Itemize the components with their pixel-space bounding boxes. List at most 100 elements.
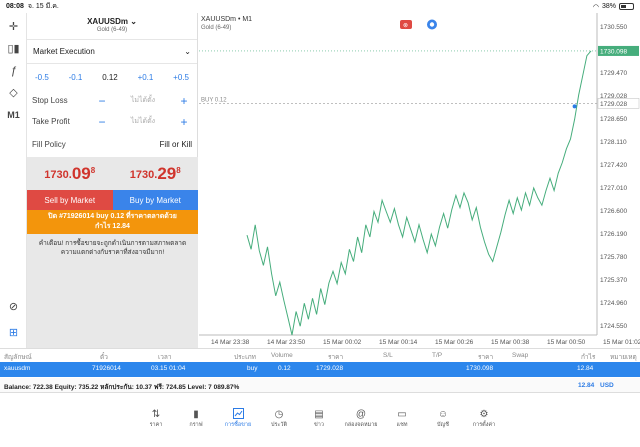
col-sl: S/L bbox=[383, 352, 393, 359]
tab-settings[interactable]: ⚙ การตั้งค่า bbox=[464, 408, 504, 429]
col-price: ราคา bbox=[328, 354, 344, 361]
zoom-icon[interactable]: ⊘ bbox=[3, 297, 24, 316]
chart-toolstrip: ✛ ▯▮ ƒ ◇ M1 ⊘ ⊞ bbox=[0, 13, 27, 348]
take-profit-plus-button[interactable]: + bbox=[176, 115, 192, 129]
wifi-icon: ◠ bbox=[592, 3, 599, 11]
table-row[interactable]: xauusdm 71926014 03.15 01:04 buy 0.12 17… bbox=[0, 362, 640, 377]
x-tick-label: 15 Mar 00:38 bbox=[491, 339, 530, 346]
new-order-icon[interactable]: ⊞ bbox=[3, 323, 24, 342]
sell-button[interactable]: Sell by Market bbox=[27, 190, 113, 210]
tab-news[interactable]: ▤ ข่าว bbox=[299, 408, 339, 429]
symbol-name: XAUUSDm bbox=[87, 17, 128, 26]
take-profit-row: Take Profit − ไม่ได้ตั้ง + bbox=[27, 111, 197, 132]
volume-input[interactable]: 0.12 bbox=[102, 73, 118, 82]
stop-loss-minus-button[interactable]: − bbox=[94, 94, 110, 108]
x-tick-label: 14 Mar 23:50 bbox=[267, 339, 306, 346]
col-swap: Swap bbox=[512, 352, 529, 359]
trade-icon bbox=[218, 408, 258, 421]
col-volume: Volume bbox=[271, 352, 293, 359]
battery-icon bbox=[619, 3, 634, 10]
symbol-selector[interactable]: XAUUSDm ⌄ Gold (6-49) bbox=[27, 13, 197, 40]
tab-trade[interactable]: การซื้อขาย bbox=[218, 408, 258, 429]
battery-percent: 38% bbox=[601, 3, 616, 10]
svg-text:⊗: ⊗ bbox=[403, 23, 408, 29]
price-chart[interactable]: XAUUSDm • M1 Gold (6-49) ⊗ 1730.550 1729.… bbox=[199, 13, 640, 348]
row-type: buy bbox=[247, 365, 258, 372]
col-tp: T/P bbox=[432, 352, 443, 359]
row-symbol: xauusdm bbox=[4, 365, 31, 372]
settings-icon: ⚙ bbox=[479, 409, 489, 420]
x-tick-label: 15 Mar 00:02 bbox=[323, 339, 362, 346]
chart-symbol-label: XAUUSDm • M1 bbox=[201, 16, 252, 23]
stop-loss-input[interactable]: ไม่ได้ตั้ง bbox=[110, 95, 176, 106]
row-time: 03.15 01:04 bbox=[151, 365, 186, 372]
mailbox-icon: @ bbox=[355, 409, 367, 420]
price-series-line bbox=[246, 50, 592, 336]
col-type: ประเภท bbox=[234, 354, 256, 361]
volume-plus-big[interactable]: +0.5 bbox=[173, 73, 189, 82]
col-ticket: ตั๋ว bbox=[100, 354, 108, 361]
fill-policy-row[interactable]: Fill Policy Fill or Kill bbox=[27, 132, 197, 156]
candles-icon[interactable]: ▯▮ bbox=[3, 39, 24, 58]
stop-loss-plus-button[interactable]: + bbox=[176, 94, 192, 108]
tab-account[interactable]: ☺ บัญชี bbox=[423, 408, 463, 429]
y-tick-label: 1727.420 bbox=[600, 162, 627, 169]
row-price: 1729.028 bbox=[316, 365, 344, 372]
y-tick-label: 1728.650 bbox=[600, 116, 627, 123]
x-tick-label: 15 Mar 00:26 bbox=[435, 339, 474, 346]
crosshair-icon[interactable]: ✛ bbox=[3, 17, 24, 36]
tab-chat[interactable]: ▭ แชท bbox=[382, 408, 422, 429]
y-tick-label: 1726.600 bbox=[600, 208, 627, 215]
history-icon: ◷ bbox=[274, 409, 284, 420]
indicators-icon[interactable]: ƒ bbox=[3, 61, 24, 80]
y-tick-label: 1724.550 bbox=[600, 323, 627, 330]
take-profit-input[interactable]: ไม่ได้ตั้ง bbox=[110, 116, 176, 127]
stop-loss-label: Stop Loss bbox=[32, 96, 68, 105]
y-tick-label: 1724.960 bbox=[600, 300, 627, 307]
volume-minus-big[interactable]: -0.5 bbox=[35, 73, 49, 82]
chart-desc-label: Gold (6-49) bbox=[201, 25, 231, 31]
tab-history[interactable]: ◷ ประวัติ bbox=[259, 408, 299, 429]
one-click-trade-icons[interactable]: ⊗ bbox=[400, 19, 437, 30]
status-time: 08:08 bbox=[6, 3, 24, 10]
row-volume: 0.12 bbox=[278, 365, 291, 372]
balance-text: Balance: 722.38 Equity: 735.22 หลักประกั… bbox=[4, 384, 240, 391]
y-tick-label: 1725.370 bbox=[600, 277, 627, 284]
tab-mailbox[interactable]: @ กล่องจดหมาย bbox=[341, 408, 381, 429]
buy-level-label: BUY 0.12 bbox=[201, 97, 227, 103]
timeframe-button[interactable]: M1 bbox=[3, 105, 24, 124]
y-tick-label: 1729.470 bbox=[600, 70, 627, 77]
objects-icon[interactable]: ◇ bbox=[3, 83, 24, 102]
x-tick-label: 14 Mar 23:38 bbox=[211, 339, 250, 346]
chat-icon: ▭ bbox=[397, 409, 407, 420]
balance-currency: USD bbox=[600, 382, 614, 389]
row-profit: 12.84 bbox=[577, 365, 594, 372]
buy-button[interactable]: Buy by Market bbox=[112, 190, 198, 210]
execution-selector[interactable]: Market Execution ⌄ bbox=[27, 40, 197, 64]
take-profit-minus-button[interactable]: − bbox=[94, 115, 110, 129]
take-profit-label: Take Profit bbox=[32, 117, 70, 126]
bid-price: 1730. 09 8 bbox=[44, 163, 96, 183]
y-tick-label: 1728.110 bbox=[600, 139, 627, 146]
x-tick-label: 15 Mar 00:50 bbox=[547, 339, 586, 346]
fill-policy-value: Fill or Kill bbox=[159, 139, 192, 149]
quote-area: 1730. 09 8 1730. 29 8 Sell by Market Buy by … bbox=[27, 157, 198, 348]
account-icon: ☺ bbox=[437, 409, 449, 420]
execution-type: Market Execution bbox=[33, 47, 95, 56]
balance-profit: 12.84 bbox=[578, 382, 595, 389]
y-tick-label: 1726.190 bbox=[600, 231, 627, 238]
close-position-button[interactable]: ปิด #71926014 buy 0.12 ที่ราคาตลาดด้วย ก… bbox=[27, 210, 198, 234]
current-price-label: 1730.098 bbox=[600, 48, 627, 55]
stop-loss-row: Stop Loss − ไม่ได้ตั้ง + bbox=[27, 90, 197, 111]
ask-price: 1730. 29 8 bbox=[129, 163, 181, 183]
tab-chart[interactable]: ▮ กราฟ bbox=[176, 408, 216, 429]
row-price2: 1730.098 bbox=[466, 365, 494, 372]
fill-policy-label: Fill Policy bbox=[32, 139, 66, 149]
volume-minus-small[interactable]: -0.1 bbox=[69, 73, 83, 82]
close-position-line1: ปิด #71926014 buy 0.12 ที่ราคาตลาดด้วย bbox=[48, 213, 177, 220]
tab-quotes[interactable]: ⇅ ราคา bbox=[136, 408, 176, 429]
row-ticket: 71926014 bbox=[92, 365, 121, 372]
balance-row: Balance: 722.38 Equity: 735.22 หลักประกั… bbox=[0, 378, 640, 393]
news-icon: ▤ bbox=[314, 409, 324, 420]
volume-plus-small[interactable]: +0.1 bbox=[138, 73, 154, 82]
